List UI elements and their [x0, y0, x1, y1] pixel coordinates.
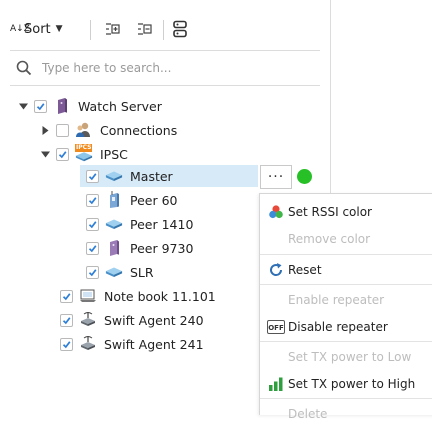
- node-label: Swift Agent 241: [104, 336, 204, 352]
- checkbox[interactable]: [60, 289, 73, 303]
- expand-all-icon[interactable]: [102, 18, 122, 40]
- menu-item-enable-repeater[interactable]: Enable repeater: [260, 286, 432, 313]
- rssi-color-icon: [266, 204, 286, 220]
- toolbar-divider: [163, 20, 164, 40]
- tree-row-master[interactable]: Master: [80, 165, 258, 187]
- toolbar-divider: [90, 20, 91, 40]
- node-label: Watch Server: [78, 98, 162, 114]
- signal-bars-icon: [266, 376, 286, 392]
- checkbox[interactable]: [56, 123, 69, 137]
- collapse-all-icon[interactable]: [134, 18, 154, 40]
- connections-icon: [75, 121, 93, 139]
- watch-server-icon: [53, 97, 71, 115]
- tree-row-watch-server[interactable]: Watch Server: [16, 95, 316, 117]
- node-label: Connections: [100, 122, 178, 138]
- menu-divider: [260, 341, 432, 342]
- node-label: Peer 60: [130, 192, 178, 208]
- menu-item-remove-color[interactable]: Remove color: [260, 225, 432, 252]
- sort-button[interactable]: A↓Z Sort ▼: [10, 18, 63, 40]
- ipsc-badge: IPCS: [75, 144, 93, 152]
- menu-divider: [260, 254, 432, 255]
- menu-divider: [260, 398, 432, 399]
- checkbox[interactable]: [56, 147, 69, 161]
- tree-row-connections[interactable]: Connections: [38, 119, 318, 141]
- gateway-icon: [105, 239, 123, 257]
- menu-item-disable-repeater[interactable]: OFF Disable repeater: [260, 313, 432, 340]
- context-menu: Set RSSI color Remove color Reset Enable…: [259, 193, 432, 421]
- menu-item-set-rssi-color[interactable]: Set RSSI color: [260, 198, 432, 225]
- repeater-icon: [105, 263, 123, 281]
- repeater-icon: [105, 215, 123, 233]
- swift-agent-icon: [79, 335, 97, 353]
- checkbox[interactable]: [60, 337, 73, 351]
- node-label: Peer 9730: [130, 240, 194, 256]
- search-icon: [16, 60, 32, 76]
- tree-row-peer9730[interactable]: Peer 9730: [80, 237, 258, 259]
- node-label: Swift Agent 240: [104, 312, 204, 328]
- tree-row-swift241[interactable]: Swift Agent 241: [56, 333, 256, 355]
- node-label: Master: [130, 168, 173, 184]
- checkbox[interactable]: [86, 217, 99, 231]
- reset-icon: [266, 262, 286, 278]
- checkbox[interactable]: [86, 241, 99, 255]
- checkbox[interactable]: [86, 193, 99, 207]
- menu-item-set-tx-power-high[interactable]: Set TX power to High: [260, 370, 432, 397]
- node-label: Note book 11.101: [104, 288, 216, 304]
- swift-agent-icon: [79, 311, 97, 329]
- repeater-icon: [105, 167, 123, 185]
- checkbox[interactable]: [60, 313, 73, 327]
- expand-toggle-icon[interactable]: [38, 150, 52, 159]
- menu-item-reset[interactable]: Reset: [260, 256, 432, 283]
- checkbox[interactable]: [86, 265, 99, 279]
- sort-label: Sort: [24, 21, 51, 37]
- checkbox[interactable]: [34, 99, 47, 113]
- status-online-indicator: [297, 169, 312, 184]
- expand-toggle-icon[interactable]: [38, 125, 52, 135]
- search-input[interactable]: [40, 60, 304, 76]
- tree-row-swift240[interactable]: Swift Agent 240: [56, 309, 256, 331]
- menu-divider: [260, 284, 432, 285]
- svg-text:OFF: OFF: [268, 324, 284, 332]
- tree-row-ipsc[interactable]: IPCS IPSC: [38, 143, 318, 165]
- notebook-icon: [79, 287, 97, 305]
- node-label: SLR: [130, 264, 154, 280]
- checkbox[interactable]: [86, 169, 99, 183]
- tree-row-slr[interactable]: SLR: [80, 261, 258, 283]
- ipsc-network-icon: IPCS: [75, 144, 93, 163]
- more-options-button[interactable]: ···: [260, 165, 292, 189]
- tree-row-peer60[interactable]: Peer 60: [80, 189, 258, 211]
- expand-toggle-icon[interactable]: [16, 102, 30, 111]
- tree-row-peer1410[interactable]: Peer 1410: [80, 213, 258, 235]
- search-bar: [10, 50, 320, 86]
- radio-icon: [105, 191, 123, 209]
- sort-az-icon: A↓Z: [10, 24, 30, 34]
- menu-item-set-tx-power-low[interactable]: Set TX power to Low: [260, 343, 432, 370]
- server-view-icon[interactable]: [170, 18, 190, 40]
- tree-row-notebook[interactable]: Note book 11.101: [56, 285, 256, 307]
- repeater-off-icon: OFF: [266, 319, 286, 335]
- chevron-down-icon: ▼: [55, 24, 63, 34]
- node-label: IPSC: [100, 146, 128, 162]
- toolbar: A↓Z Sort ▼: [10, 14, 330, 44]
- node-label: Peer 1410: [130, 216, 194, 232]
